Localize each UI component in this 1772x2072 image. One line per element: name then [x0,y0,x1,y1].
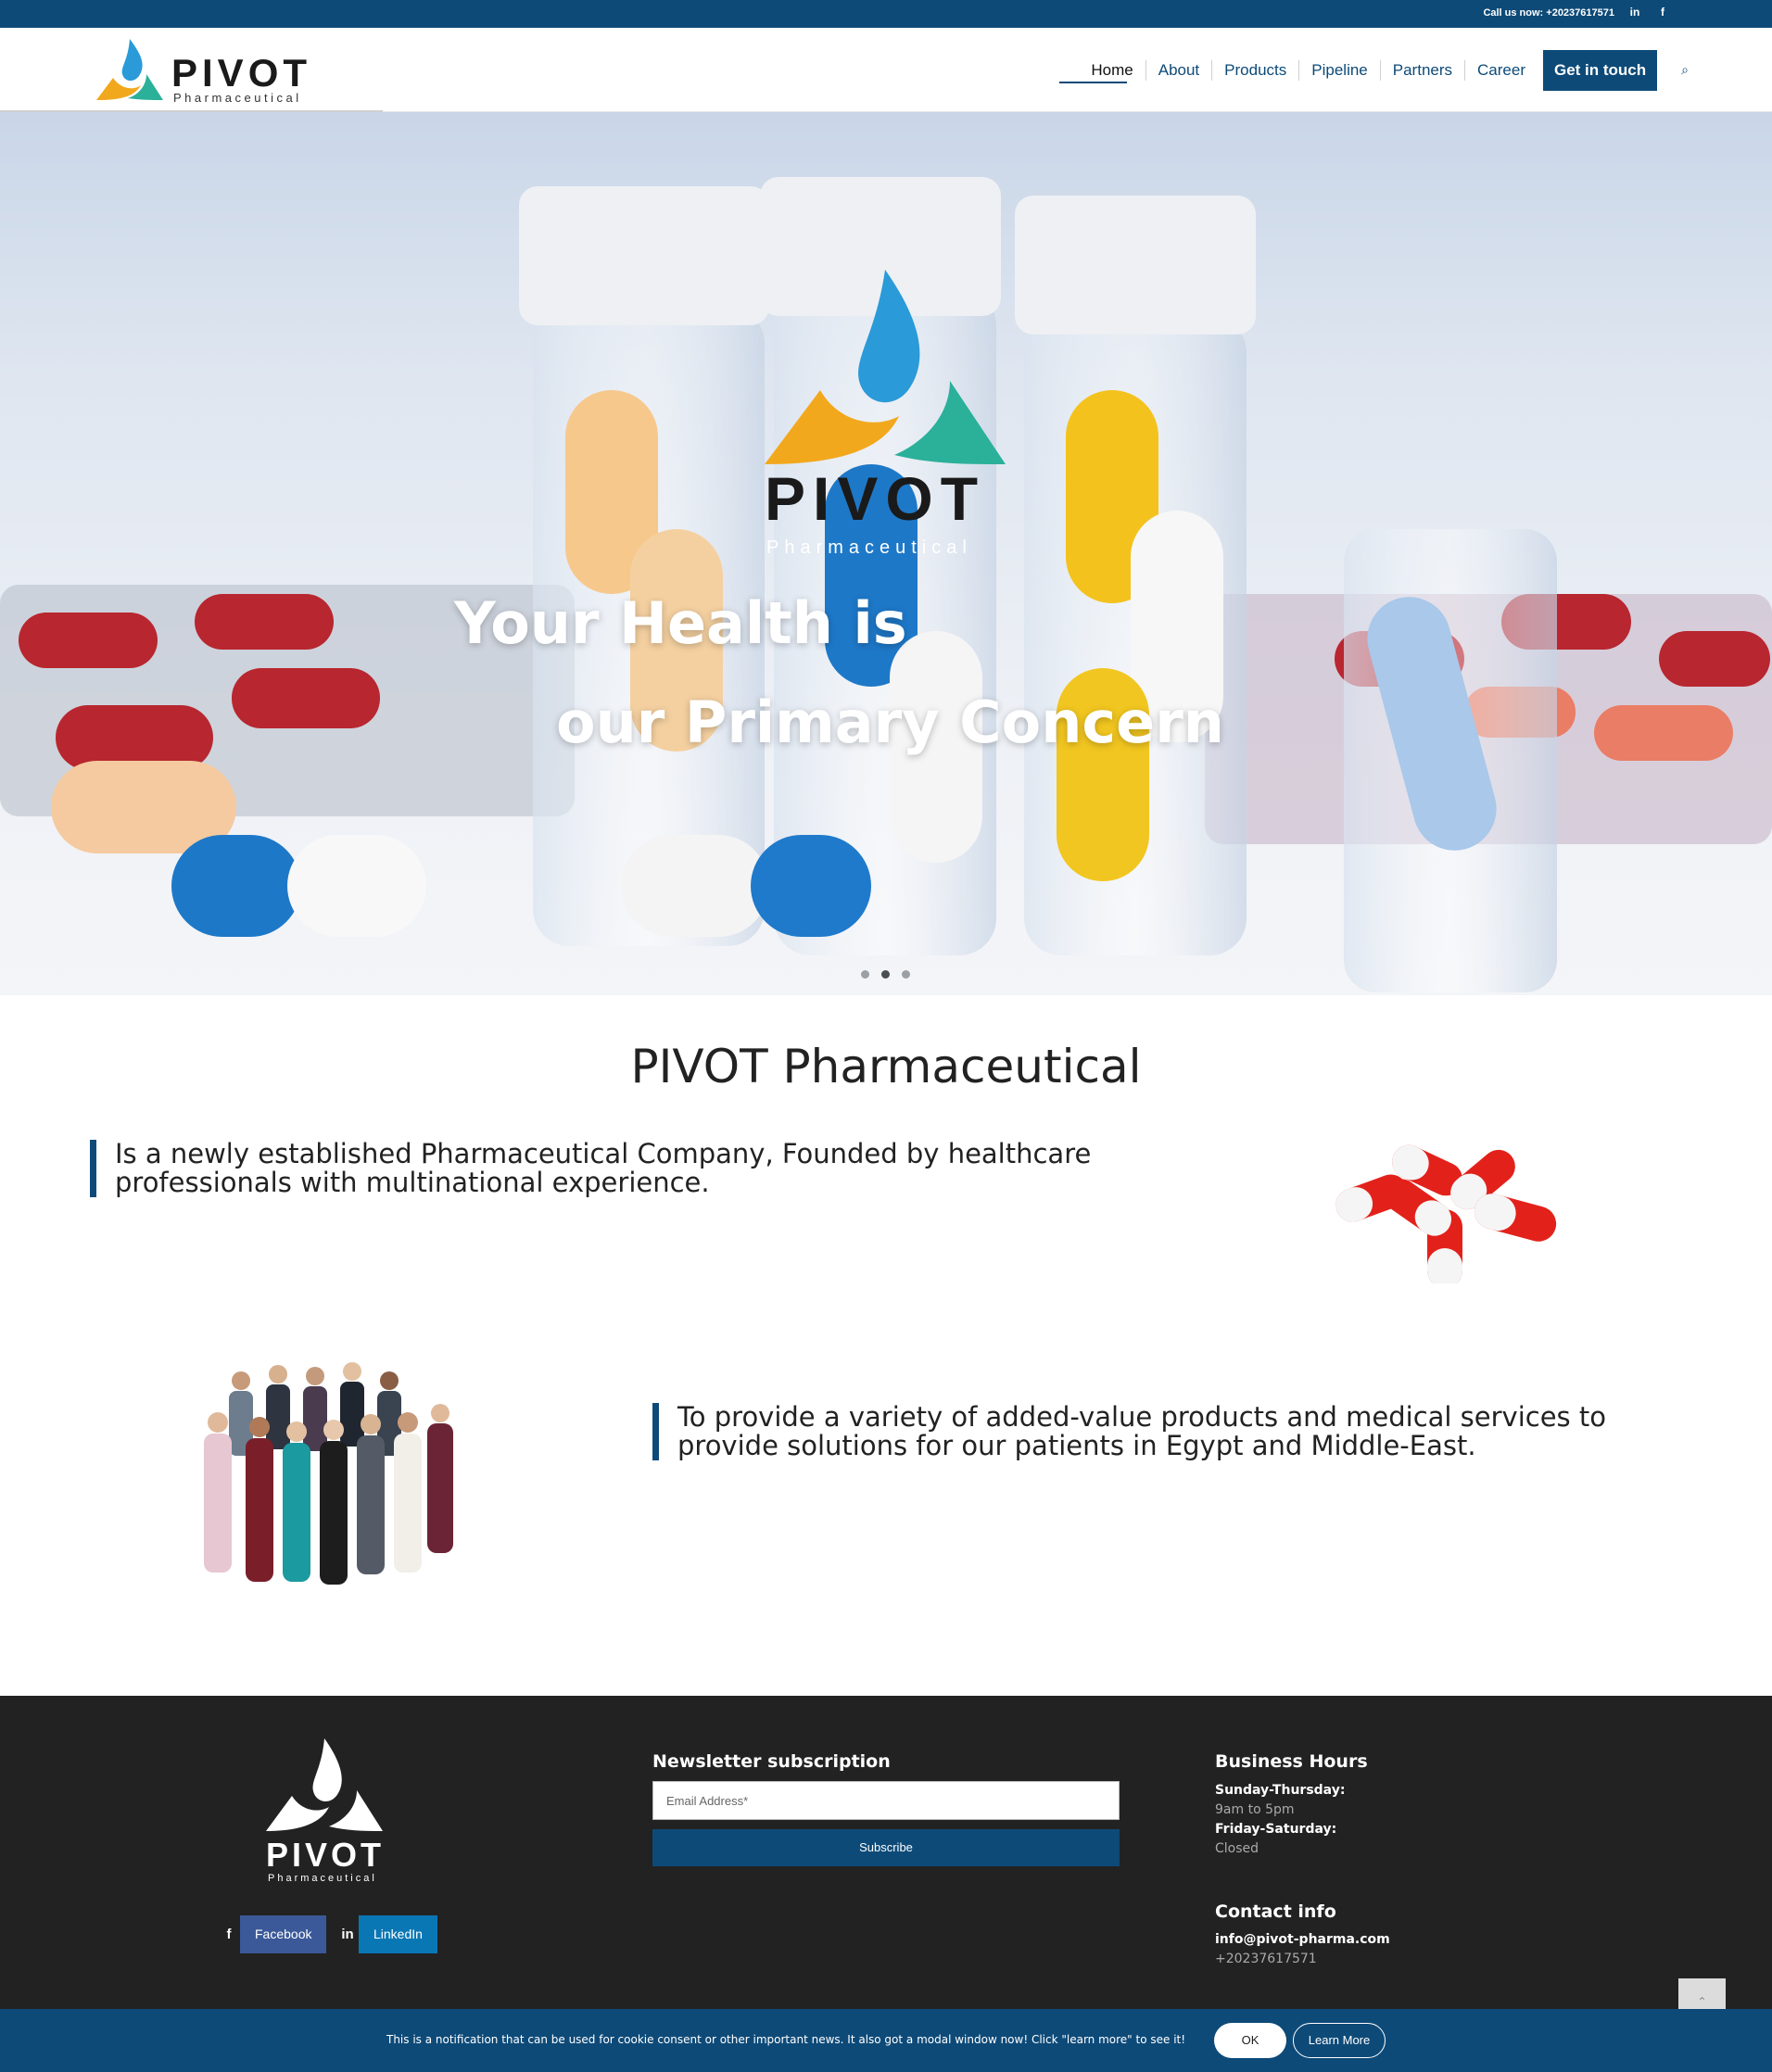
facebook-icon[interactable]: f [1655,6,1670,22]
capsules-image [1335,1144,1557,1283]
main-nav: Home About Products Pipeline Partners Ca… [1079,50,1689,91]
contact-email[interactable]: info@pivot-pharma.com [1215,1932,1390,1947]
site-header: PIVOT Pharmaceutical Home About Products… [0,28,1772,112]
company-description-quote: Is a newly established Pharmaceutical Co… [90,1140,1165,1197]
active-nav-indicator [1059,82,1127,83]
nav-career[interactable]: Career [1464,60,1538,81]
hero-headline-line2: our Primary Concern [556,689,1224,756]
hero-slider: PIVOT Pharmaceutical Your Health is our … [0,112,1772,995]
footer-logo-icon[interactable]: PIVOT Pharmaceutical [255,1735,394,1883]
nav-products[interactable]: Products [1211,60,1298,81]
facebook-label: Facebook [240,1915,327,1953]
search-icon[interactable]: ⌕ [1681,63,1689,78]
logo-subtitle: Pharmaceutical [173,91,302,105]
cookie-notice-bar: This is a notification that can be used … [0,2009,1772,2072]
section-title: PIVOT Pharmaceutical [630,1040,1142,1093]
nav-home[interactable]: Home [1079,60,1145,81]
svg-text:PIVOT: PIVOT [765,464,985,533]
facebook-icon: f [218,1915,240,1953]
nav-pipeline[interactable]: Pipeline [1298,60,1380,81]
contact-info-title: Contact info [1215,1901,1336,1922]
hours-weekend-label: Friday-Saturday: [1215,1822,1337,1837]
slider-dot-3[interactable] [902,970,910,979]
hero-headline-line1: Your Health is [454,589,907,657]
svg-text:Pharmaceutical: Pharmaceutical [268,1873,377,1883]
svg-text:PIVOT: PIVOT [266,1836,385,1874]
slider-dot-1[interactable] [861,970,869,979]
call-us-text: Call us now: +20237617571 [1483,7,1614,19]
hours-weekday-label: Sunday-Thursday: [1215,1783,1346,1798]
contact-phone: +20237617571 [1215,1952,1317,1966]
slider-dot-2[interactable] [881,970,890,979]
cookie-ok-button[interactable]: OK [1214,2023,1286,2058]
mission-quote: To provide a variety of added-value prod… [652,1403,1635,1460]
newsletter-title: Newsletter subscription [652,1751,891,1772]
logo-mark-icon [96,39,163,100]
nav-partners[interactable]: Partners [1379,60,1464,81]
logo-name: PIVOT [171,51,312,95]
top-bar: Call us now: +20237617571 in f [0,0,1772,28]
linkedin-label: LinkedIn [359,1915,437,1953]
hours-weekend-value: Closed [1215,1841,1259,1856]
linkedin-icon[interactable]: in [1627,6,1642,22]
svg-text:Pharmaceutical: Pharmaceutical [766,537,972,558]
newsletter-email-input[interactable]: Email Address* [652,1781,1120,1820]
footer-linkedin-button[interactable]: in LinkedIn [336,1915,437,1953]
nav-about[interactable]: About [1145,60,1211,81]
team-photo-image [204,1362,453,1585]
footer-facebook-button[interactable]: f Facebook [218,1915,327,1953]
hours-weekday-value: 9am to 5pm [1215,1802,1295,1817]
business-hours-title: Business Hours [1215,1751,1368,1772]
linkedin-icon: in [336,1915,359,1953]
cookie-learn-more-button[interactable]: Learn More [1293,2023,1386,2058]
site-logo[interactable]: PIVOT Pharmaceutical [93,37,334,107]
get-in-touch-button[interactable]: Get in touch [1542,50,1658,91]
newsletter-subscribe-button[interactable]: Subscribe [652,1829,1120,1866]
cookie-message: This is a notification that can be used … [386,2033,1186,2046]
hero-logo-icon: PIVOT Pharmaceutical [765,270,1006,558]
